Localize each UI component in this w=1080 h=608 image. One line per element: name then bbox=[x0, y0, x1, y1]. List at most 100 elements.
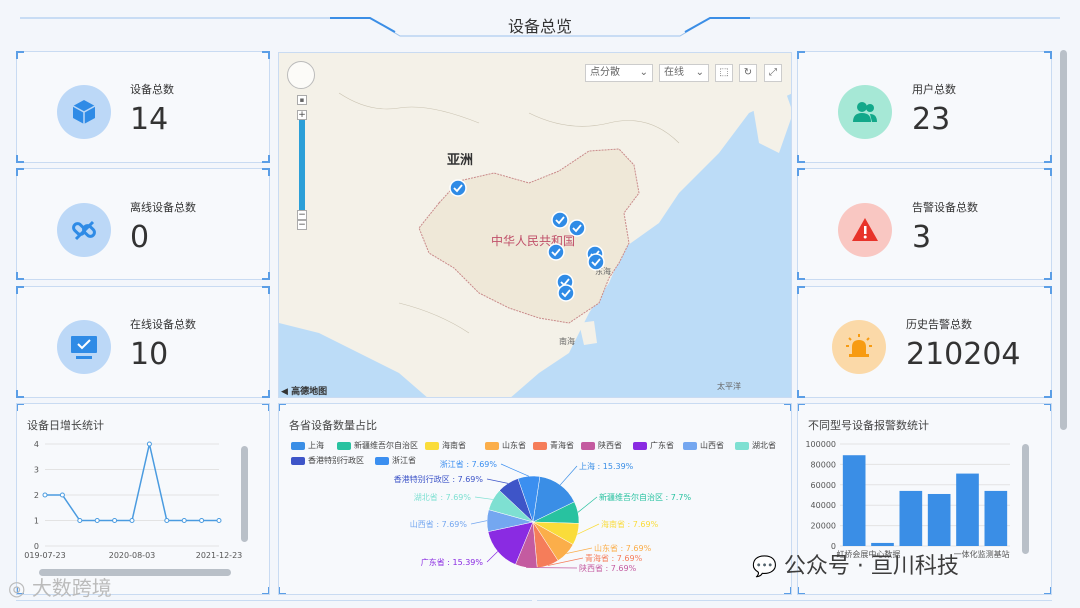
stat-card-online-total: 在线设备总数 10 bbox=[16, 286, 270, 398]
pie-leader-line bbox=[470, 520, 488, 525]
stat-label: 告警设备总数 bbox=[912, 201, 978, 214]
pie-slice-label: 海南省 : 7.69% bbox=[601, 520, 659, 529]
zoom-out-button[interactable]: − bbox=[297, 210, 307, 220]
stat-value: 10 bbox=[130, 337, 169, 372]
pie-leader-line bbox=[559, 465, 578, 486]
bar[interactable] bbox=[842, 455, 866, 546]
y-tick-label: 4 bbox=[34, 440, 39, 449]
map-label-south-sea: 南海 bbox=[559, 337, 575, 346]
data-point[interactable] bbox=[146, 441, 152, 447]
map-marker[interactable] bbox=[557, 284, 575, 306]
zoom-out-button-2[interactable]: − bbox=[297, 220, 307, 230]
province-pie-panel: 各省设备数量占比 上海 新疆维吾尔自治区 海南省 山东省 青海省 陕西省 广东省 山西省 湖北省… bbox=[278, 403, 792, 595]
x-tick-label: 2021-12-23 bbox=[196, 551, 243, 560]
pie-slice-label: 新疆维吾尔自治区 : 7.7% bbox=[599, 493, 692, 502]
map-marker[interactable] bbox=[547, 243, 565, 265]
map-mode-value: 点分散 bbox=[590, 67, 620, 78]
stat-card-offline-total: 离线设备总数 0 bbox=[16, 168, 270, 280]
y-tick-label: 100000 bbox=[805, 440, 836, 449]
data-point[interactable] bbox=[112, 518, 118, 523]
data-point[interactable] bbox=[42, 492, 48, 498]
stat-value: 23 bbox=[912, 102, 951, 137]
map-marker[interactable] bbox=[587, 253, 605, 275]
bar[interactable] bbox=[871, 542, 894, 546]
page-scrollbar[interactable] bbox=[1060, 50, 1067, 430]
chart-scrollbar-vertical[interactable] bbox=[1022, 444, 1029, 554]
map-marker[interactable] bbox=[568, 219, 586, 241]
data-point[interactable] bbox=[94, 518, 100, 523]
map-canvas bbox=[279, 53, 791, 397]
pie-slice-label: 陕西省 : 7.69% bbox=[579, 564, 637, 573]
page-header: 设备总览 bbox=[0, 0, 1080, 42]
refresh-icon[interactable]: ↻ bbox=[739, 64, 757, 82]
y-tick-label: 1 bbox=[34, 517, 39, 526]
map-status-value: 在线 bbox=[664, 67, 684, 78]
bar[interactable] bbox=[927, 493, 951, 546]
watermark-logo-icon: ◎ bbox=[8, 576, 26, 600]
data-point[interactable] bbox=[181, 518, 187, 523]
zoom-in-button[interactable]: + bbox=[297, 110, 307, 120]
y-tick-label: 20000 bbox=[811, 522, 836, 531]
page-title: 设备总览 bbox=[507, 17, 572, 36]
zoom-slider[interactable] bbox=[299, 120, 305, 210]
chevron-down-icon: ⌄ bbox=[695, 67, 704, 78]
map-status-select[interactable]: 在线 ⌄ bbox=[659, 64, 709, 82]
pie-slice-label: 湖北省 : 7.69% bbox=[413, 493, 471, 502]
stat-value: 0 bbox=[130, 220, 150, 255]
data-point[interactable] bbox=[216, 518, 222, 523]
pie-slice-label: 浙江省 : 7.69% bbox=[439, 460, 497, 469]
chevron-down-icon: ⌄ bbox=[639, 67, 648, 78]
chart-scrollbar-vertical[interactable] bbox=[241, 446, 248, 542]
series-line bbox=[45, 443, 219, 522]
pan-control[interactable] bbox=[287, 61, 315, 89]
stat-label: 在线设备总数 bbox=[130, 318, 196, 331]
x-tick-label: 一体化监测基站 bbox=[954, 549, 1010, 559]
daily-growth-panel: 设备日增长统计 0 1 2 3 4 019-07-23 2020-08-03 2021-12-… bbox=[16, 403, 270, 595]
bar[interactable] bbox=[956, 473, 979, 546]
map-attribution-text: 高德地图 bbox=[291, 387, 328, 397]
y-tick-label: 60000 bbox=[811, 481, 836, 490]
pie-slice-label: 山西省 : 7.69% bbox=[409, 520, 467, 529]
map-attribution: ◀ 高德地图 bbox=[281, 387, 328, 397]
y-tick-label: 80000 bbox=[811, 460, 836, 469]
monitor-icon bbox=[57, 320, 111, 374]
bar[interactable] bbox=[899, 490, 923, 546]
bar[interactable] bbox=[984, 490, 1008, 546]
panel-below-right bbox=[537, 600, 1052, 608]
map-label-pacific: 太平洋 bbox=[717, 382, 741, 391]
map-marker[interactable] bbox=[449, 179, 467, 201]
stat-label: 离线设备总数 bbox=[130, 201, 196, 214]
zoom-reset-button[interactable]: ▪ bbox=[297, 95, 307, 105]
x-tick-label: 2020-08-03 bbox=[109, 551, 156, 560]
watermark-right-text: 公众号 · 亘川科技 bbox=[783, 554, 959, 579]
data-point[interactable] bbox=[59, 492, 65, 498]
disconnect-icon bbox=[57, 203, 111, 257]
pie-leader-line bbox=[474, 496, 493, 500]
pie-slice-label: 上海 : 15.39% bbox=[579, 462, 634, 471]
data-point[interactable] bbox=[129, 518, 135, 523]
watermark-left: ◎ 大数跨境 bbox=[8, 572, 112, 601]
pie-slice-label: 广东省 : 15.39% bbox=[420, 558, 483, 567]
data-point[interactable] bbox=[199, 518, 205, 523]
fullscreen-icon[interactable]: ⤢ bbox=[764, 64, 782, 82]
y-tick-label: 3 bbox=[34, 466, 39, 475]
data-point[interactable] bbox=[164, 518, 170, 523]
pie-slice-label: 香港特别行政区 : 7.69% bbox=[393, 475, 483, 484]
data-point[interactable] bbox=[77, 518, 83, 523]
stat-value: 210204 bbox=[906, 337, 1021, 372]
pie-chart bbox=[470, 463, 600, 569]
device-map[interactable]: 点分散 ⌄ 在线 ⌄ ⬚ ↻ ⤢ ▪ + − − 亚洲 中华人民共和国 南海 东海 … bbox=[278, 52, 792, 398]
y-tick-label: 0 bbox=[34, 542, 39, 551]
stat-card-user-total: 用户总数 23 bbox=[797, 51, 1052, 163]
stat-card-device-total: 设备总数 14 bbox=[16, 51, 270, 163]
map-marker[interactable] bbox=[551, 211, 569, 233]
pie-leader-line bbox=[486, 551, 498, 563]
pie-leader-line bbox=[577, 523, 600, 535]
select-area-icon[interactable]: ⬚ bbox=[715, 64, 733, 82]
cube-icon bbox=[57, 85, 111, 139]
panel-below-left bbox=[16, 600, 532, 608]
users-icon bbox=[838, 85, 892, 139]
wechat-icon: 💬 bbox=[752, 554, 777, 578]
stat-label: 设备总数 bbox=[130, 83, 174, 96]
map-mode-select[interactable]: 点分散 ⌄ bbox=[585, 64, 653, 82]
